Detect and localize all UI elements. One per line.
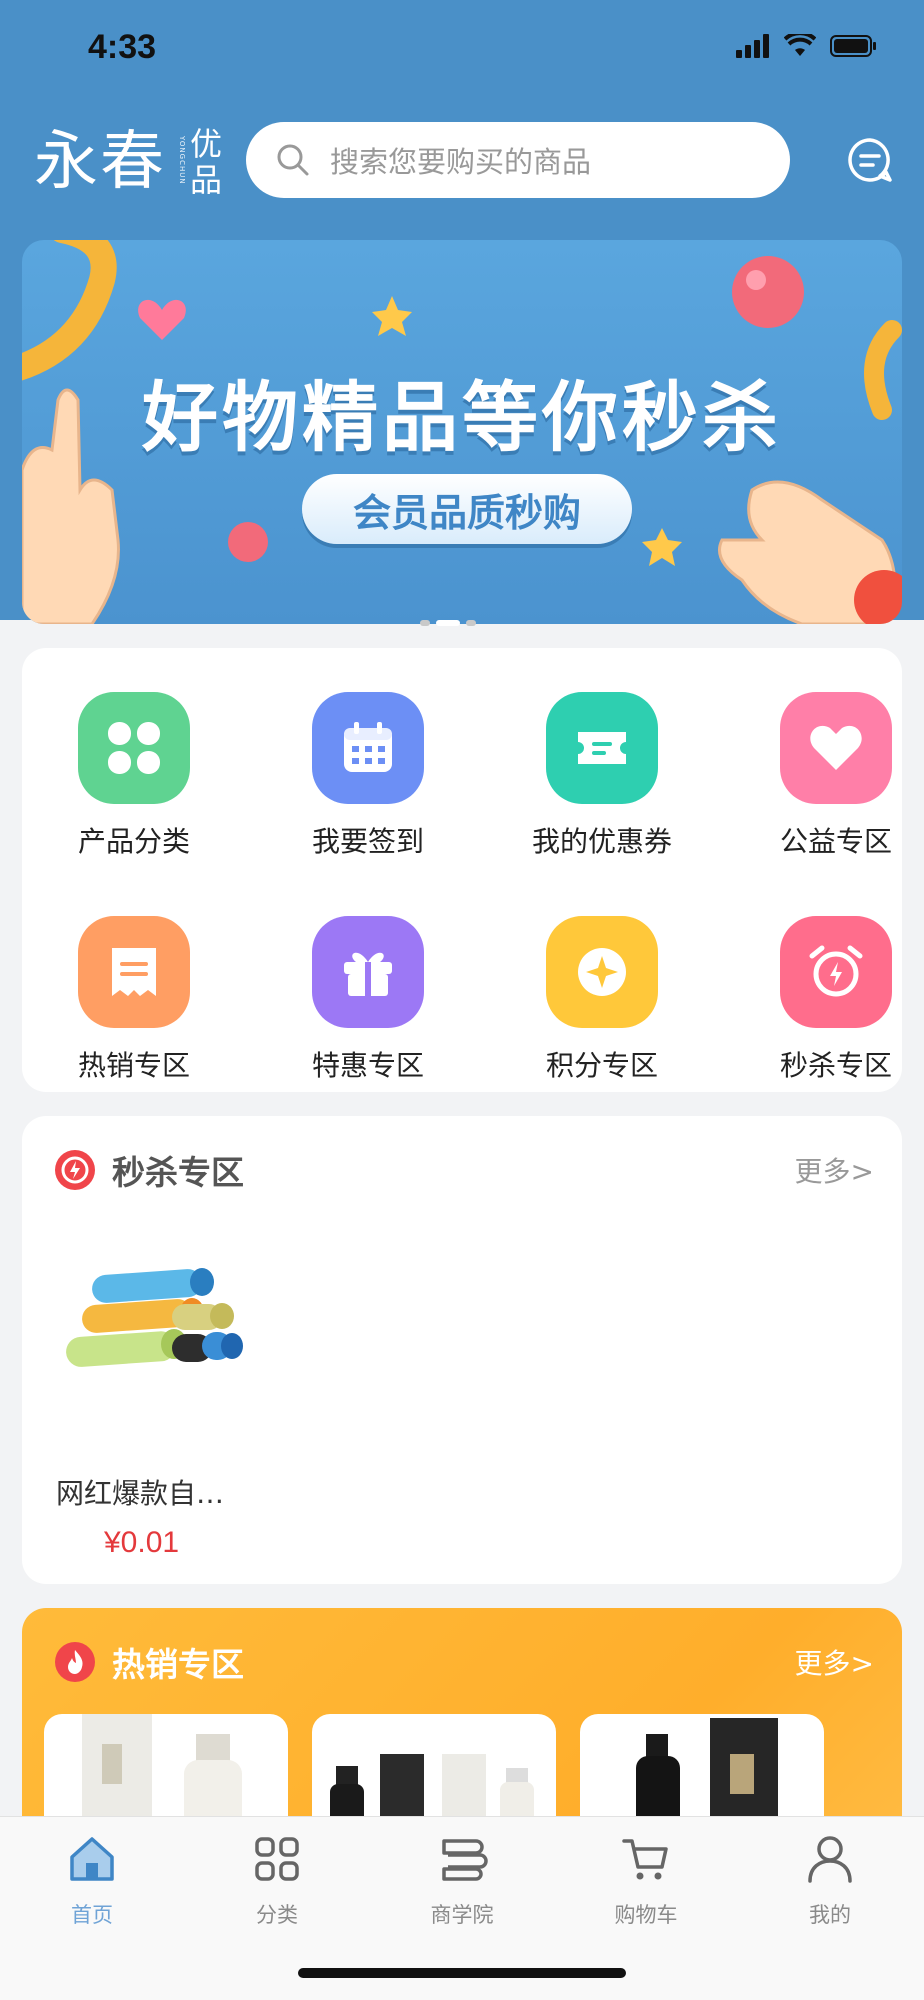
logo-pinyin: YONGCHUN	[178, 136, 186, 185]
status-time: 4:33	[88, 28, 157, 66]
tab-label: 商学院	[430, 1903, 494, 1927]
cart-icon	[622, 1839, 668, 1880]
banner-pagination	[420, 620, 476, 626]
tab-cart[interactable]: 购物车	[576, 1833, 716, 1929]
grid-label: 秒杀专区	[779, 1049, 892, 1082]
wifi-icon	[784, 34, 816, 56]
grid-label: 我要签到	[311, 825, 424, 858]
profile-icon	[808, 1836, 852, 1883]
banner-title: 好物精品等你秒杀	[142, 373, 782, 462]
pagination-dot-active	[436, 620, 460, 626]
tab-academy[interactable]: 商学院	[392, 1833, 532, 1929]
alarm-icon	[780, 916, 892, 1028]
grid-item-my-coupons[interactable]: 我的优惠券	[502, 692, 702, 860]
grid-label: 积分专区	[545, 1049, 658, 1082]
tab-label: 分类	[256, 1903, 298, 1927]
tab-category[interactable]: 分类	[207, 1833, 347, 1929]
coin-icon	[546, 916, 658, 1028]
status-bar: 4:33	[0, 0, 924, 100]
grid-label: 公益专区	[779, 825, 892, 858]
battery-icon	[830, 35, 876, 57]
tab-profile[interactable]: 我的	[760, 1833, 900, 1929]
grid-icon	[255, 1837, 299, 1881]
product-price: ¥0.01	[104, 1526, 180, 1559]
pagination-dot	[466, 620, 476, 626]
header: 永春 YONGCHUN 优品 搜索您要购买的商品	[0, 110, 924, 210]
grid-label: 特惠专区	[311, 1049, 424, 1082]
tab-label: 我的	[809, 1903, 851, 1927]
grid-item-hot-sale[interactable]: 热销专区	[34, 916, 234, 1084]
heart-icon	[780, 692, 892, 804]
grid-item-product-category[interactable]: 产品分类	[34, 692, 234, 860]
logo-sub-text: 优品	[190, 125, 223, 199]
grid-item-points[interactable]: 积分专区	[502, 916, 702, 1084]
grid-label: 产品分类	[77, 825, 190, 858]
section-header: 热销专区	[54, 1638, 244, 1686]
home-icon	[70, 1837, 114, 1881]
section-title: 秒杀专区	[112, 1153, 244, 1192]
grid-item-charity[interactable]: 公益专区	[736, 692, 924, 860]
clover-icon	[78, 692, 190, 804]
search-input[interactable]: 搜索您要购买的商品	[246, 122, 790, 198]
brand-logo: 永春 YONGCHUN 优品	[34, 122, 224, 202]
flash-sale-section: 秒杀专区 更多> 网红爆款自… ¥0.01	[22, 1116, 902, 1584]
fire-icon	[55, 1642, 95, 1682]
search-icon	[277, 144, 309, 176]
quick-entry-grid: 产品分类 我要签到 我的优惠券 公益专区 热销专区 特惠专区 积分专区 秒杀专区	[22, 648, 902, 1092]
grid-item-special-offer[interactable]: 特惠专区	[268, 916, 468, 1084]
logo-main-text: 永春	[34, 125, 166, 199]
calendar-icon	[312, 692, 424, 804]
grid-item-flash-sale[interactable]: 秒杀专区	[736, 916, 924, 1084]
pagination-dot	[420, 620, 430, 626]
ticket-icon	[546, 692, 658, 804]
tab-home[interactable]: 首页	[22, 1833, 162, 1929]
grid-label: 热销专区	[77, 1049, 190, 1082]
signal-icon	[736, 34, 769, 58]
home-indicator	[298, 1968, 626, 1978]
promo-banner[interactable]: 好物精品等你秒杀 会员品质秒购	[22, 240, 902, 624]
product-name: 网红爆款自…	[56, 1477, 225, 1510]
gift-icon	[312, 916, 424, 1028]
receipt-icon	[78, 916, 190, 1028]
flash-sale-icon	[55, 1150, 95, 1190]
more-link[interactable]: 更多>	[795, 1150, 874, 1190]
status-icons	[736, 34, 878, 58]
grid-label: 我的优惠券	[531, 825, 672, 858]
section-header: 秒杀专区	[54, 1146, 244, 1194]
grid-item-check-in[interactable]: 我要签到	[268, 692, 468, 860]
tab-label: 购物车	[614, 1903, 678, 1927]
search-placeholder: 搜索您要购买的商品	[330, 145, 592, 179]
more-link[interactable]: 更多>	[795, 1642, 874, 1682]
banner-pill: 会员品质秒购	[302, 474, 632, 544]
tab-label: 首页	[71, 1903, 113, 1927]
academy-icon	[442, 1839, 488, 1881]
product-image	[66, 1268, 243, 1367]
message-icon[interactable]	[846, 136, 894, 184]
section-title: 热销专区	[112, 1645, 244, 1684]
